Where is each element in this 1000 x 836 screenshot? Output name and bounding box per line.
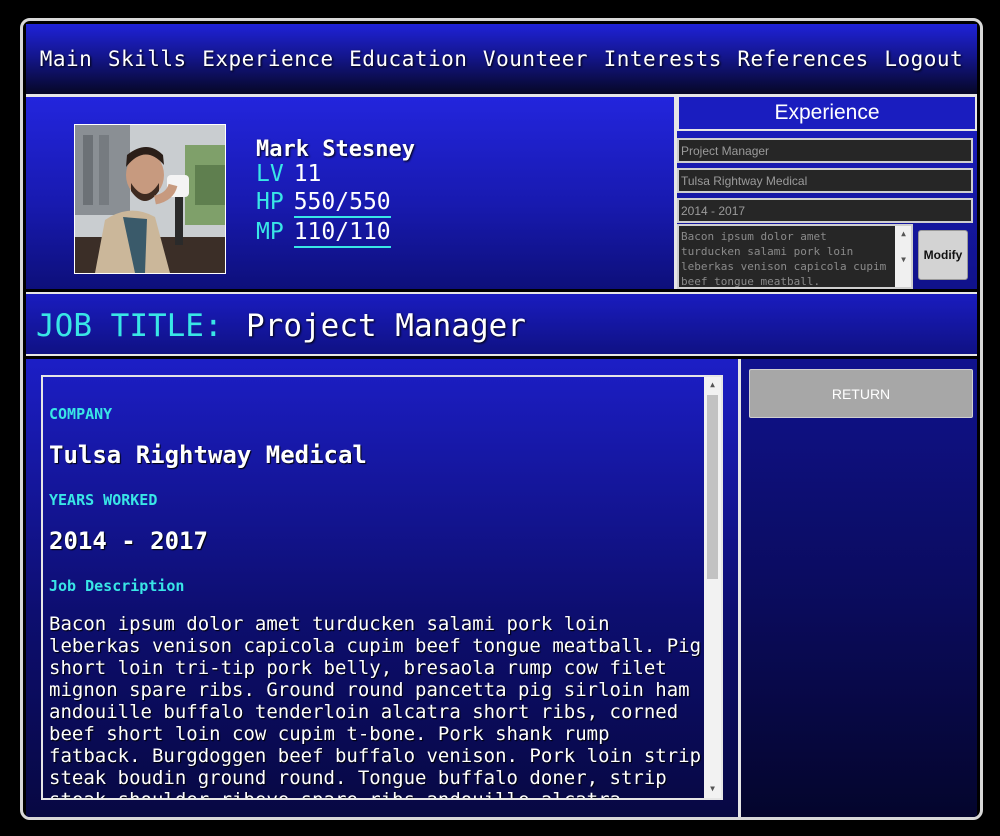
nav-education[interactable]: Education (349, 47, 467, 71)
side-panel: RETURN (741, 359, 977, 817)
nav-main[interactable]: Main (40, 47, 93, 71)
company-label: COMPANY (49, 405, 113, 423)
scroll-up-icon[interactable]: ▲ (895, 226, 911, 241)
description-label: Job Description (49, 577, 185, 595)
job-title-value: Project Manager (246, 308, 526, 344)
mp-row: MP 110/110 (256, 219, 391, 248)
nav-logout[interactable]: Logout (884, 47, 963, 71)
textarea-scrollbar[interactable]: ▲ ▼ (895, 226, 911, 287)
job-title-label: JOB TITLE: (36, 308, 223, 344)
years-label: YEARS WORKED (49, 491, 158, 509)
hp-value: 550/550 (293, 189, 391, 218)
description-textarea[interactable]: Bacon ipsum dolor amet turducken salami … (677, 224, 913, 289)
mp-label: MP (256, 219, 284, 245)
job-title-input[interactable]: Project Manager (677, 138, 973, 163)
company-name: Tulsa Rightway Medical (49, 441, 367, 469)
mp-value: 110/110 (293, 219, 391, 248)
top-nav: Main Skills Experience Education Vountee… (26, 24, 977, 94)
company-input[interactable]: Tulsa Rightway Medical (677, 168, 973, 193)
app-frame: Main Skills Experience Education Vountee… (20, 18, 983, 820)
scrollbar-thumb[interactable] (707, 395, 718, 579)
years-input[interactable]: 2014 - 2017 (677, 198, 973, 223)
hp-row: HP 550/550 (256, 189, 391, 218)
nav-references[interactable]: References (737, 47, 868, 71)
detail-scrollbar[interactable]: ▲ ▼ (704, 377, 721, 798)
detail-scroll-area[interactable]: COMPANY Tulsa Rightway Medical YEARS WOR… (41, 375, 723, 800)
experience-form: Experience Project Manager Tulsa Rightwa… (677, 97, 977, 289)
level-label: LV (256, 161, 284, 187)
experience-form-title: Experience (677, 97, 977, 131)
avatar (74, 124, 226, 274)
nav-skills[interactable]: Skills (108, 47, 187, 71)
profile-panel: Mark Stesney LV 11 HP 550/550 MP 110/110 (26, 97, 674, 289)
return-button[interactable]: RETURN (749, 369, 973, 418)
nav-volunteer[interactable]: Vounteer (483, 47, 588, 71)
years-value: 2014 - 2017 (49, 527, 208, 555)
hp-label: HP (256, 189, 284, 215)
nav-interests[interactable]: Interests (604, 47, 722, 71)
scroll-down-icon[interactable]: ▼ (895, 252, 911, 267)
scroll-down-icon[interactable]: ▼ (704, 781, 721, 796)
nav-experience[interactable]: Experience (202, 47, 333, 71)
profile-name: Mark Stesney (256, 137, 415, 162)
modify-button[interactable]: Modify (918, 230, 968, 280)
detail-panel: COMPANY Tulsa Rightway Medical YEARS WOR… (26, 359, 738, 817)
job-title-bar: JOB TITLE: Project Manager (26, 292, 977, 356)
level-value: 11 (293, 161, 322, 187)
level-row: LV 11 (256, 161, 321, 187)
avatar-photo (75, 125, 225, 273)
description-textarea-text: Bacon ipsum dolor amet turducken salami … (681, 230, 887, 288)
job-description: Bacon ipsum dolor amet turducken salami … (49, 613, 702, 800)
scroll-up-icon[interactable]: ▲ (704, 377, 721, 392)
